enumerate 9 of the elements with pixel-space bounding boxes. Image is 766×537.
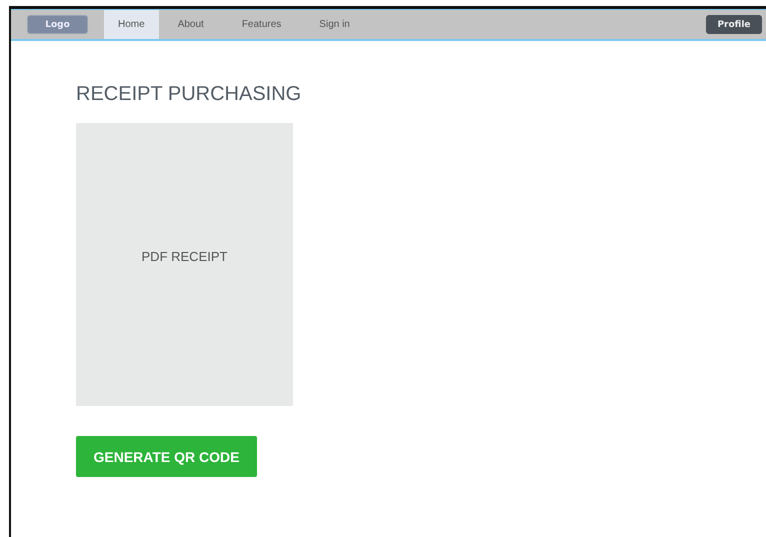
receipt-label: PDF RECEIPT xyxy=(142,249,228,264)
nav-tab[interactable]: Sign in xyxy=(300,10,369,39)
nav-tab[interactable]: About xyxy=(158,10,223,39)
page-title: RECEIPT PURCHASING xyxy=(76,83,302,106)
nav-tab[interactable]: Features xyxy=(222,10,300,39)
nav-tab[interactable]: Home xyxy=(104,10,159,39)
logo-button[interactable]: Logo xyxy=(27,15,88,34)
generate-qr-code-button[interactable]: GENERATE QR CODE xyxy=(76,436,257,477)
profile-button[interactable]: Profile xyxy=(706,15,762,34)
